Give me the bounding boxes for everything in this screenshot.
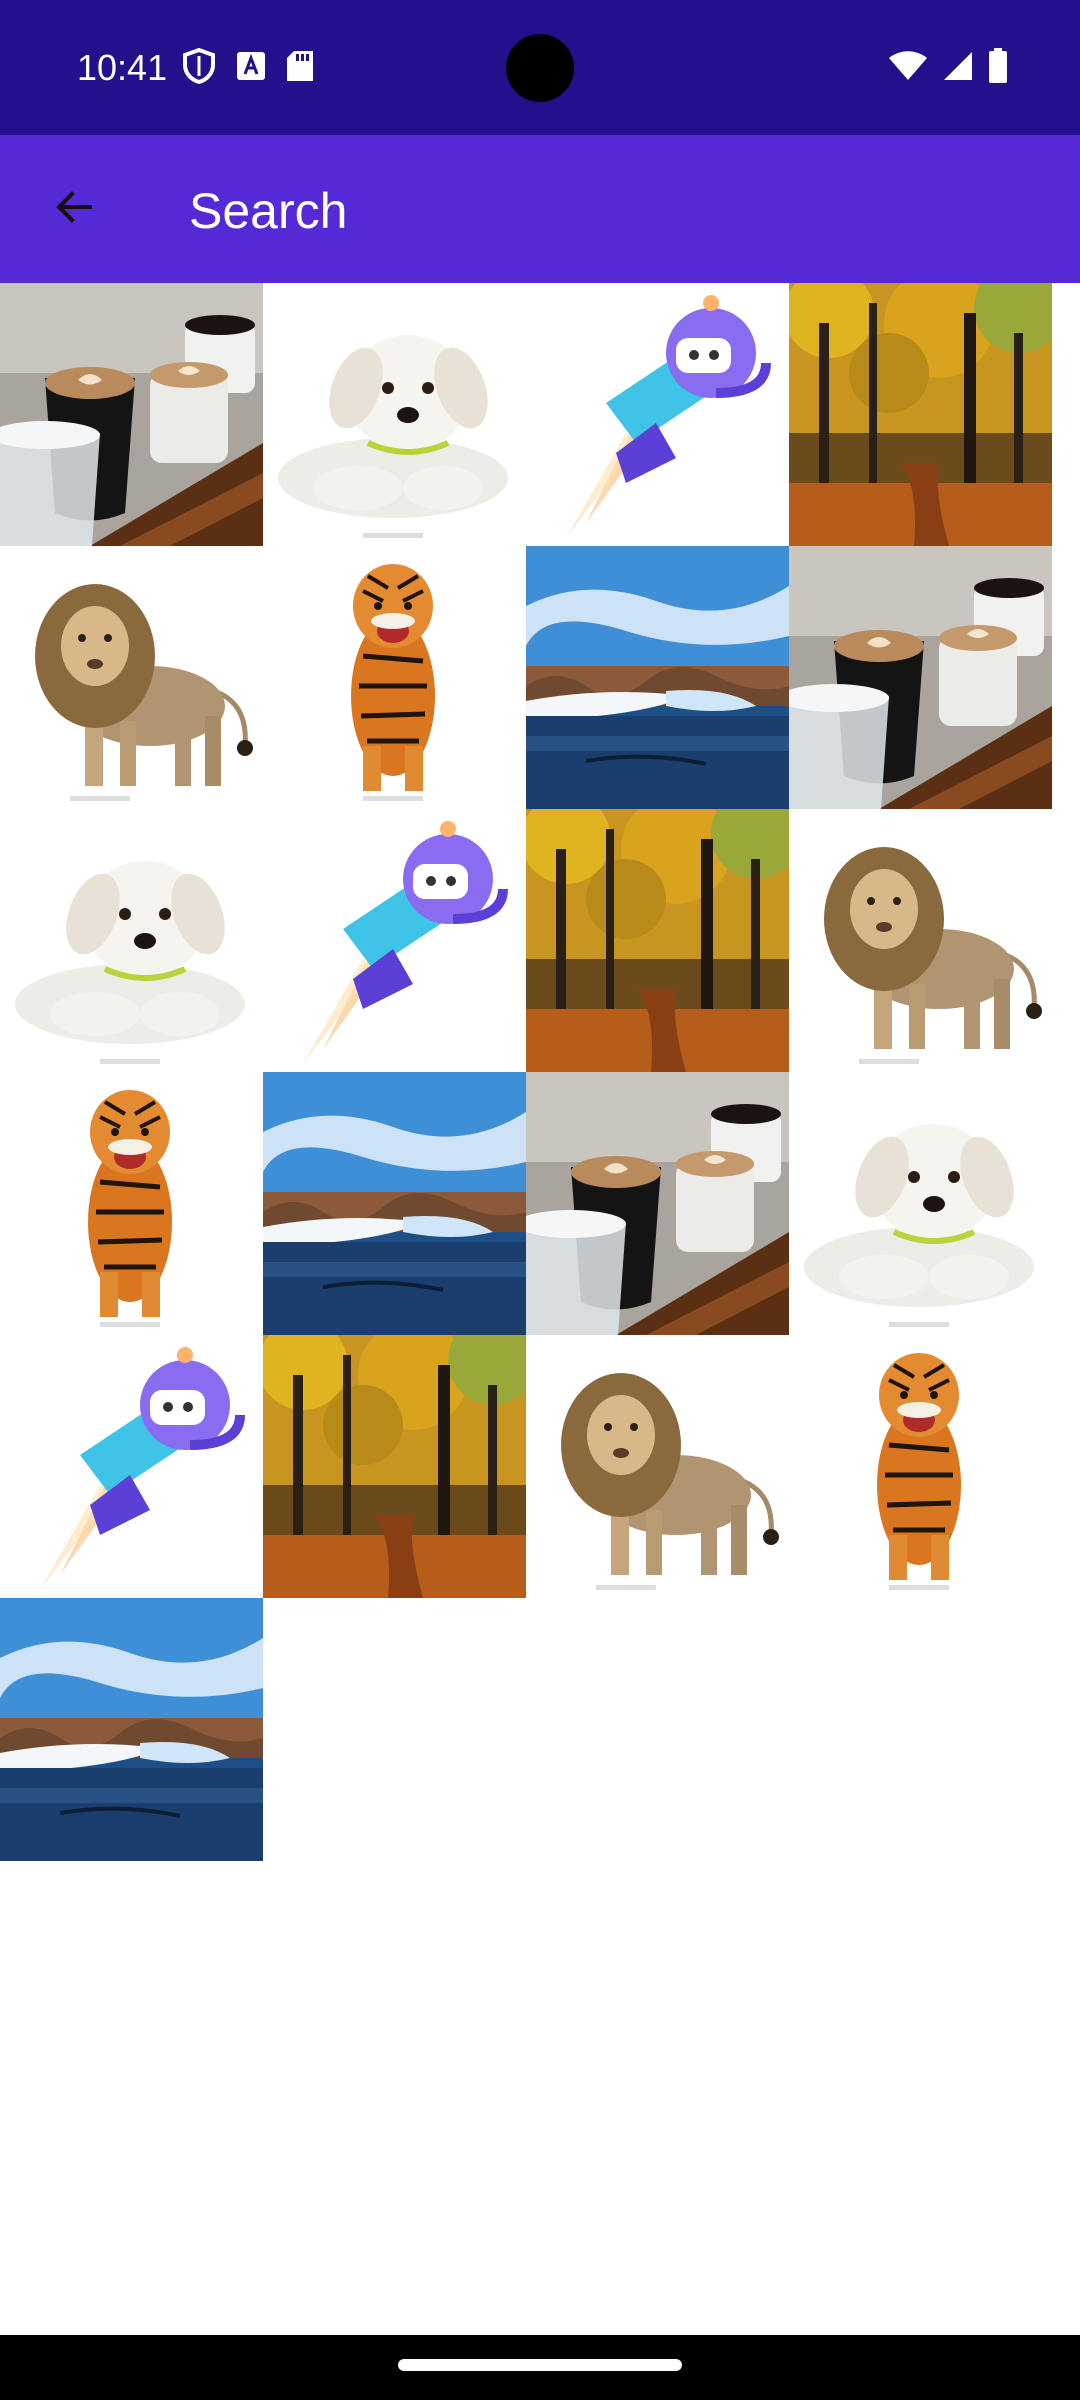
- coffee-image: [0, 283, 263, 546]
- grid-image-lake[interactable]: [263, 1072, 526, 1335]
- arrow-back-icon: [50, 183, 98, 236]
- home-indicator[interactable]: [398, 2359, 682, 2371]
- coffee-image: [789, 546, 1052, 809]
- puppy-image: [0, 809, 263, 1072]
- grid-image-forest[interactable]: [263, 1335, 526, 1598]
- robot-image: [263, 809, 526, 1072]
- grid-image-puppy[interactable]: [0, 809, 263, 1072]
- grid-image-puppy[interactable]: [789, 1072, 1052, 1335]
- forest-image: [263, 1335, 526, 1598]
- navigation-bar: [0, 2335, 1080, 2400]
- grid-image-robot[interactable]: [263, 809, 526, 1072]
- grid-image-coffee[interactable]: [789, 546, 1052, 809]
- grid-image-lion[interactable]: [789, 809, 1052, 1072]
- lake-image: [526, 546, 789, 809]
- signal-icon: [942, 50, 974, 87]
- forest-image: [526, 809, 789, 1072]
- app-bar: Search: [0, 135, 1080, 283]
- puppy-image: [789, 1072, 1052, 1335]
- coffee-image: [526, 1072, 789, 1335]
- wifi-icon: [888, 50, 928, 87]
- status-time: 10:41: [77, 47, 168, 88]
- lake-image: [263, 1072, 526, 1335]
- robot-image: [0, 1335, 263, 1598]
- grid-image-tiger[interactable]: [789, 1335, 1052, 1598]
- grid-image-forest[interactable]: [526, 809, 789, 1072]
- status-icons-left: [182, 47, 314, 89]
- status-bar: 10:41: [0, 0, 1080, 135]
- lion-image: [526, 1335, 789, 1598]
- grid-image-coffee[interactable]: [0, 283, 263, 546]
- lion-image: [789, 809, 1052, 1072]
- image-grid: [0, 283, 1052, 1861]
- page-title: Search: [189, 183, 348, 239]
- lake-image: [0, 1598, 263, 1861]
- tiger-image: [789, 1335, 1052, 1598]
- robot-image: [526, 283, 789, 546]
- shield-icon: [182, 47, 216, 89]
- tiger-image: [263, 546, 526, 809]
- tiger-image: [0, 1072, 263, 1335]
- camera-cutout: [506, 34, 574, 102]
- grid-image-puppy[interactable]: [263, 283, 526, 546]
- back-button[interactable]: [38, 173, 110, 245]
- grid-image-lake[interactable]: [526, 546, 789, 809]
- grid-image-tiger[interactable]: [263, 546, 526, 809]
- sd-card-icon: [286, 50, 314, 87]
- status-icons-right: [888, 48, 1008, 89]
- grid-image-coffee[interactable]: [526, 1072, 789, 1335]
- font-a-icon: [236, 51, 266, 86]
- grid-image-lake[interactable]: [0, 1598, 263, 1861]
- grid-image-lion[interactable]: [0, 546, 263, 809]
- grid-image-robot[interactable]: [526, 283, 789, 546]
- battery-icon: [988, 48, 1008, 89]
- grid-image-forest[interactable]: [789, 283, 1052, 546]
- grid-image-tiger[interactable]: [0, 1072, 263, 1335]
- grid-image-lion[interactable]: [526, 1335, 789, 1598]
- grid-image-robot[interactable]: [0, 1335, 263, 1598]
- puppy-image: [263, 283, 526, 546]
- forest-image: [789, 283, 1052, 546]
- lion-image: [0, 546, 263, 809]
